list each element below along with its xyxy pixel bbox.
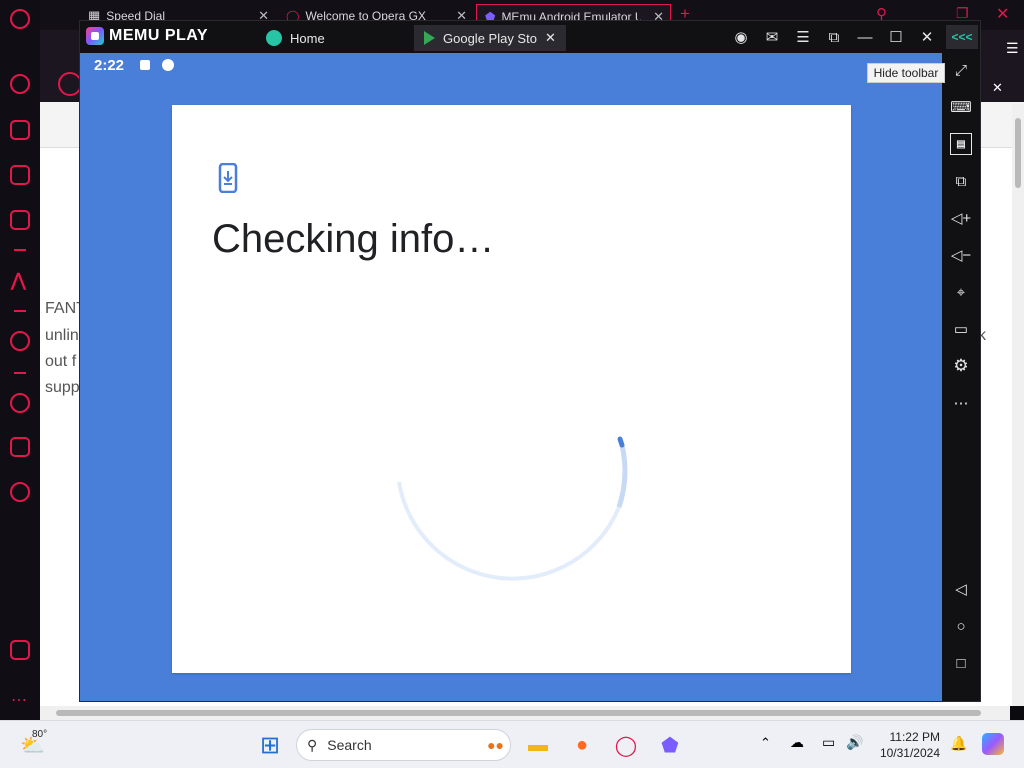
search-icon: ⚲	[307, 736, 318, 753]
page-close-icon[interactable]: ✕	[992, 80, 1003, 96]
sidebar-divider	[14, 249, 26, 251]
article-text: unlin	[45, 327, 79, 344]
emulator-side-toolbar: ⤢ ⌨ ▤ ⧉ ◁+ ◁− ⌖ ▭ ⚙ ⋯ ◁ ○ □	[942, 53, 980, 701]
firefox-icon[interactable]: ●	[568, 731, 596, 759]
home-icon	[266, 30, 282, 46]
search-placeholder: Search	[327, 737, 372, 753]
minimize-icon[interactable]: —	[854, 27, 876, 47]
close-window-icon[interactable]: ✕	[916, 27, 938, 47]
whatsapp-icon[interactable]	[10, 210, 30, 230]
browser-sidebar: ⋀ ⋯	[0, 0, 40, 720]
taskbar-search[interactable]: ⚲ Search ●●	[296, 729, 511, 761]
memu-titlebar: MEMU PLAY Home Google Play Store ✕ ◉ ✉ ☰…	[80, 21, 980, 53]
maximize-icon[interactable]: ☐	[885, 27, 907, 47]
notification-icon	[140, 60, 150, 70]
play-store-icon	[424, 31, 435, 45]
notifications-icon[interactable]: 🔔	[950, 735, 967, 752]
halloween-icon: ●●	[487, 737, 504, 753]
weather-temp: 80°	[32, 729, 48, 740]
page-menu-icon[interactable]: ☰	[1006, 40, 1019, 57]
play-store-dialog: Checking info…	[172, 105, 851, 673]
home-circle-icon[interactable]: ○	[950, 615, 972, 637]
phone-download-icon	[218, 163, 238, 193]
tab-label: Google Play Store	[443, 30, 537, 46]
scrollbar-thumb[interactable]	[56, 710, 981, 716]
apk-icon[interactable]: ▤	[950, 133, 972, 155]
tab-label: Home	[290, 30, 325, 46]
article-text: supp	[45, 379, 80, 396]
play-notification-icon	[162, 59, 174, 71]
settings-icon[interactable]	[10, 482, 30, 502]
extensions-icon[interactable]	[10, 437, 30, 457]
sidebar-divider	[14, 372, 26, 374]
account-icon[interactable]: ◉	[730, 27, 752, 47]
location-icon[interactable]: ⌖	[950, 281, 972, 303]
folder-icon[interactable]: ▭	[950, 318, 972, 340]
memu-window: MEMU PLAY Home Google Play Store ✕ ◉ ✉ ☰…	[79, 20, 981, 702]
clock-time[interactable]: 11:22 PM	[880, 730, 940, 744]
twitch-icon[interactable]	[10, 165, 30, 185]
volume-up-icon[interactable]: ◁+	[950, 207, 972, 229]
memu-taskbar-icon[interactable]: ⬟	[656, 731, 684, 759]
network-icon[interactable]: ▭	[822, 734, 835, 751]
mail-icon[interactable]: ✉	[761, 27, 783, 47]
opera-menu-icon[interactable]	[10, 9, 30, 29]
close-icon[interactable]: ✕	[545, 30, 556, 46]
back-icon[interactable]: ◁	[950, 578, 972, 600]
chevron-up-icon[interactable]: ⌃	[760, 735, 771, 751]
gx-control-icon[interactable]	[10, 74, 30, 94]
window-close-icon[interactable]: ✕	[996, 4, 1009, 24]
windows-taskbar: ⛅ 80° ⊞ ⚲ Search ●● ▬ ● ◯ ⬟ ⌃ ☁ ▭ 🔊 11:2…	[0, 720, 1024, 768]
player-icon[interactable]	[10, 331, 30, 351]
memu-logo: MEMU PLAY	[86, 27, 208, 45]
tab-google-play-store[interactable]: Google Play Store ✕	[414, 25, 566, 51]
cloud-icon[interactable]: ☁	[790, 734, 804, 751]
android-screen[interactable]: 2:22 Checking info…	[80, 53, 942, 701]
status-time: 2:22	[94, 57, 125, 74]
volume-down-icon[interactable]: ◁−	[950, 244, 972, 266]
memu-logo-icon	[86, 27, 104, 45]
collapse-toolbar-button[interactable]: <<<	[946, 25, 978, 49]
clock-date[interactable]: 10/31/2024	[874, 746, 940, 760]
copilot-icon[interactable]	[982, 733, 1004, 755]
wallpaper-icon[interactable]	[10, 640, 30, 660]
fullscreen-icon[interactable]: ⤢	[950, 59, 972, 81]
gx-corner-icon[interactable]	[10, 120, 30, 140]
keyboard-icon[interactable]: ⌨	[950, 96, 972, 118]
settings-icon[interactable]: ⚙	[950, 355, 972, 377]
more-icon[interactable]: ⋯	[11, 690, 27, 710]
tab-home[interactable]: Home	[256, 25, 412, 51]
volume-icon[interactable]: 🔊	[846, 734, 863, 751]
opera-gx-icon[interactable]: ◯	[612, 731, 640, 759]
pin-window-icon[interactable]: ⧉	[823, 27, 845, 47]
article-text: out f	[45, 353, 77, 370]
history-icon[interactable]	[10, 393, 30, 413]
loading-spinner	[397, 436, 628, 581]
hide-toolbar-tooltip: Hide toolbar	[867, 63, 945, 83]
recents-icon[interactable]: □	[950, 652, 972, 674]
more-icon[interactable]: ⋯	[950, 392, 972, 414]
start-icon[interactable]: ⊞	[256, 731, 284, 759]
multi-instance-icon[interactable]: ⧉	[950, 170, 972, 192]
dialog-title: Checking info…	[212, 217, 495, 261]
sidebar-divider	[14, 310, 26, 312]
horizontal-scrollbar[interactable]	[40, 706, 1010, 720]
memu-logo-text: MEMU PLAY	[109, 27, 209, 44]
vertical-scrollbar[interactable]	[1012, 104, 1024, 706]
aria-icon[interactable]: ⋀	[11, 270, 26, 291]
menu-icon[interactable]: ☰	[792, 27, 814, 47]
file-explorer-icon[interactable]: ▬	[524, 731, 552, 759]
